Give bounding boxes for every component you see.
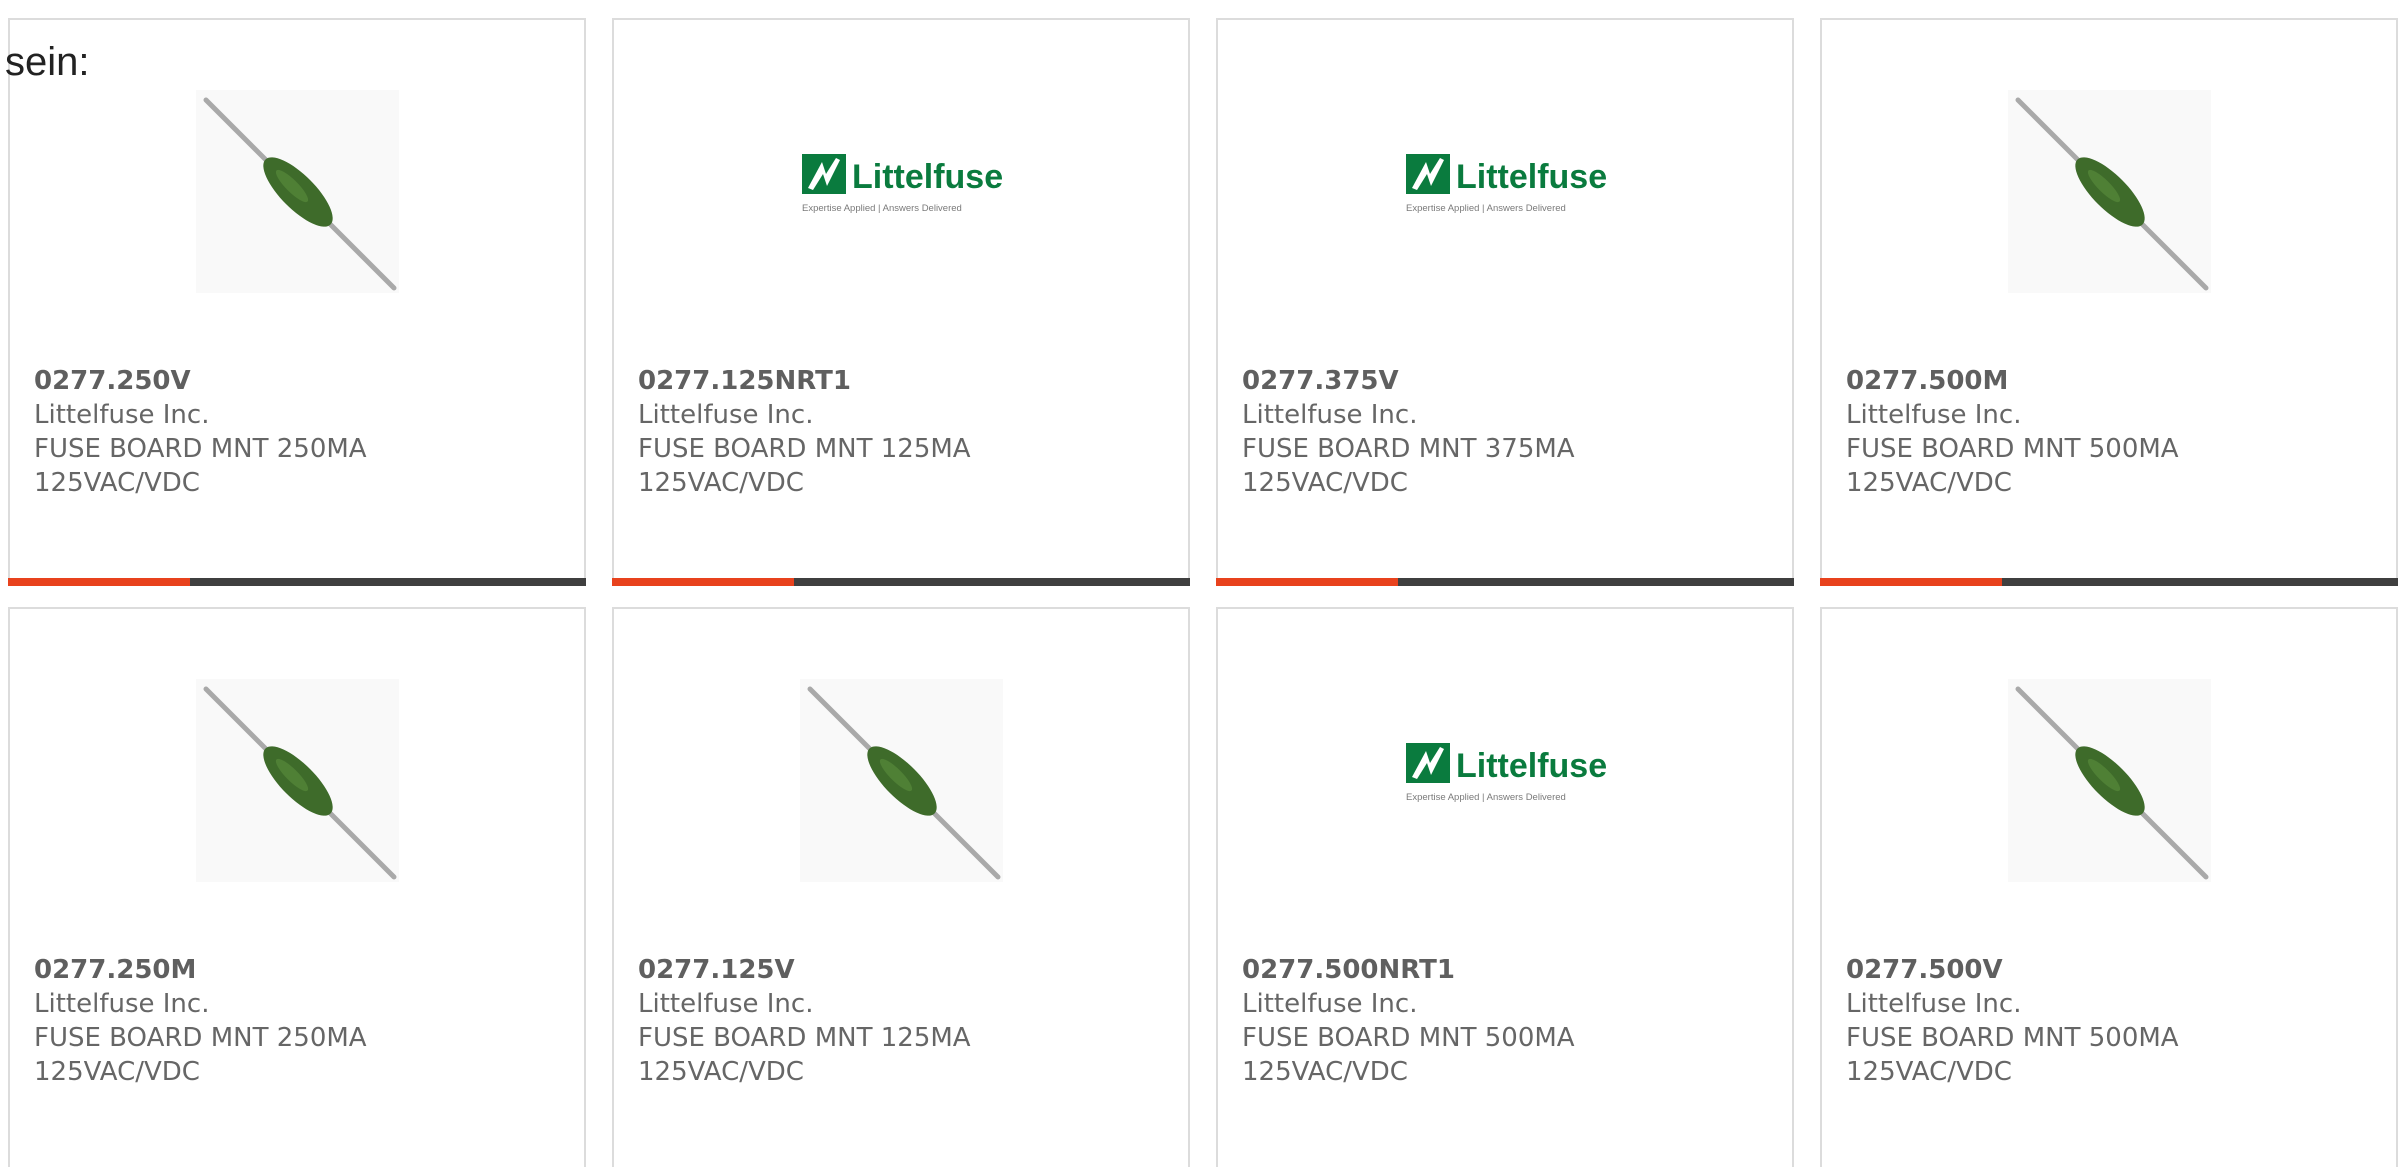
description-rating: 125VAC/VDC [1242, 1057, 1408, 1087]
description: FUSE BOARD MNT 250MA [34, 434, 367, 464]
littelfuse-logo[interactable]: Littelfuse Expertise Applied | Answers D… [1404, 90, 1607, 293]
card-bottom-bar [8, 578, 586, 586]
fuse-image[interactable] [800, 679, 1003, 882]
description: FUSE BOARD MNT 375MA [1242, 434, 1575, 464]
manufacturer: Littelfuse Inc. [638, 400, 814, 430]
logo-tagline: Expertise Applied | Answers Delivered [802, 203, 962, 214]
description-rating: 125VAC/VDC [34, 1057, 200, 1087]
part-number[interactable]: 0277.500V [1846, 953, 2386, 987]
manufacturer: Littelfuse Inc. [34, 989, 210, 1019]
product-card[interactable]: Littelfuse Expertise Applied | Answers D… [1216, 607, 1794, 1167]
manufacturer: Littelfuse Inc. [1846, 400, 2022, 430]
description-rating: 125VAC/VDC [638, 1057, 804, 1087]
manufacturer: Littelfuse Inc. [1242, 400, 1418, 430]
logo-name: Littelfuse [852, 158, 1003, 196]
part-number[interactable]: 0277.125V [638, 953, 1178, 987]
product-card[interactable]: 0277.250M Littelfuse Inc. FUSE BOARD MNT… [8, 607, 586, 1167]
description: FUSE BOARD MNT 125MA [638, 1023, 971, 1053]
fuse-image[interactable] [2008, 90, 2211, 293]
littelfuse-logo[interactable]: Littelfuse Expertise Applied | Answers D… [1404, 679, 1607, 882]
product-card[interactable]: 0277.250V Littelfuse Inc. FUSE BOARD MNT… [8, 18, 586, 586]
littelfuse-logo[interactable]: Littelfuse Expertise Applied | Answers D… [800, 90, 1003, 293]
card-bottom-bar [1216, 578, 1794, 586]
product-card[interactable]: Littelfuse Expertise Applied | Answers D… [1216, 18, 1794, 586]
part-number[interactable]: 0277.250M [34, 953, 574, 987]
description-rating: 125VAC/VDC [34, 468, 200, 498]
product-card[interactable]: 0277.125V Littelfuse Inc. FUSE BOARD MNT… [612, 607, 1190, 1167]
product-card[interactable]: 0277.500V Littelfuse Inc. FUSE BOARD MNT… [1820, 607, 2398, 1167]
description-rating: 125VAC/VDC [1846, 1057, 2012, 1087]
product-card[interactable]: 0277.500M Littelfuse Inc. FUSE BOARD MNT… [1820, 18, 2398, 586]
description: FUSE BOARD MNT 500MA [1846, 1023, 2179, 1053]
manufacturer: Littelfuse Inc. [34, 400, 210, 430]
description: FUSE BOARD MNT 125MA [638, 434, 971, 464]
part-number[interactable]: 0277.500M [1846, 364, 2386, 398]
intro-text: sein: [5, 40, 90, 84]
description-rating: 125VAC/VDC [638, 468, 804, 498]
card-accent-bar [1820, 578, 2002, 586]
logo-name: Littelfuse [1456, 158, 1607, 196]
part-number[interactable]: 0277.375V [1242, 364, 1782, 398]
description: FUSE BOARD MNT 500MA [1242, 1023, 1575, 1053]
description-rating: 125VAC/VDC [1846, 468, 2012, 498]
description: FUSE BOARD MNT 250MA [34, 1023, 367, 1053]
card-bottom-bar [1820, 578, 2398, 586]
part-number[interactable]: 0277.250V [34, 364, 574, 398]
part-number[interactable]: 0277.125NRT1 [638, 364, 1178, 398]
manufacturer: Littelfuse Inc. [1242, 989, 1418, 1019]
card-bottom-bar [612, 578, 1190, 586]
description-rating: 125VAC/VDC [1242, 468, 1408, 498]
logo-tagline: Expertise Applied | Answers Delivered [1406, 792, 1566, 803]
manufacturer: Littelfuse Inc. [1846, 989, 2022, 1019]
fuse-image[interactable] [196, 679, 399, 882]
manufacturer: Littelfuse Inc. [638, 989, 814, 1019]
card-accent-bar [612, 578, 794, 586]
card-accent-bar [8, 578, 190, 586]
logo-name: Littelfuse [1456, 747, 1607, 785]
logo-tagline: Expertise Applied | Answers Delivered [1406, 203, 1566, 214]
card-accent-bar [1216, 578, 1398, 586]
fuse-image[interactable] [196, 90, 399, 293]
part-number[interactable]: 0277.500NRT1 [1242, 953, 1782, 987]
product-card[interactable]: Littelfuse Expertise Applied | Answers D… [612, 18, 1190, 586]
fuse-image[interactable] [2008, 679, 2211, 882]
description: FUSE BOARD MNT 500MA [1846, 434, 2179, 464]
